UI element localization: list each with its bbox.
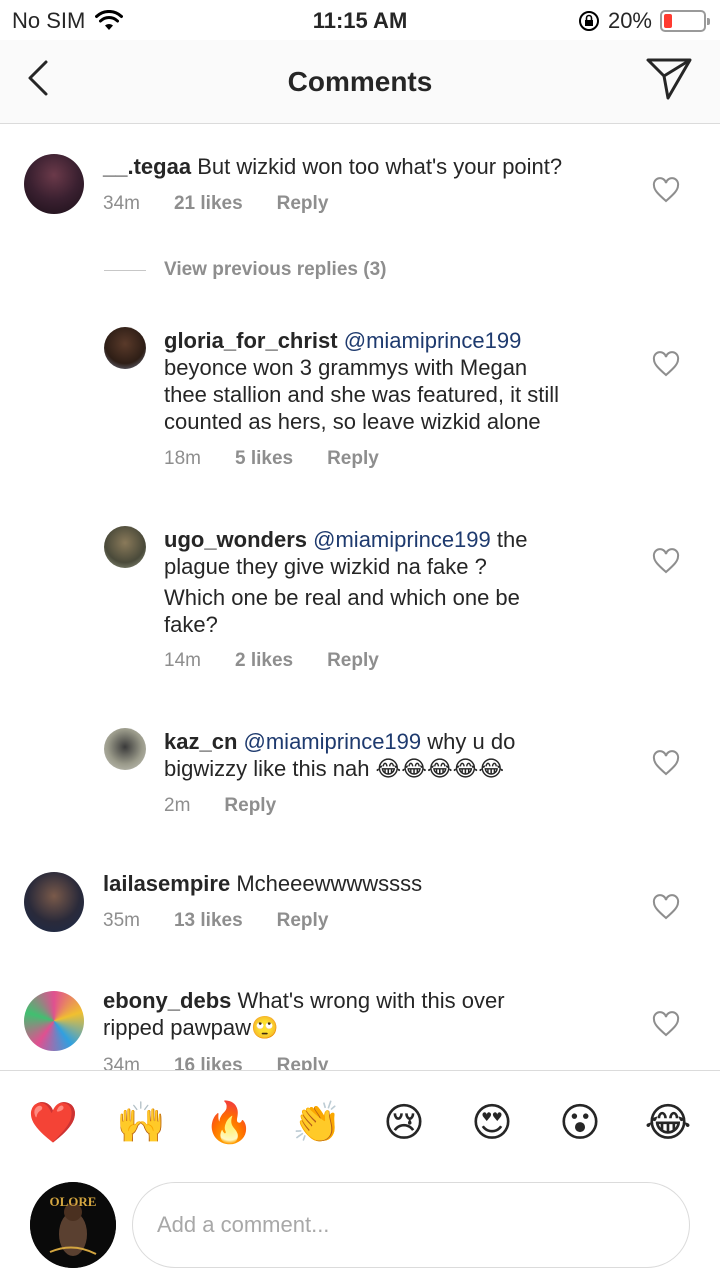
comment-time: 18m — [164, 448, 201, 469]
comment-text: beyonce won 3 grammys with Megan — [164, 355, 528, 380]
current-user-avatar[interactable]: OLORE — [30, 1182, 116, 1268]
avatar[interactable] — [24, 991, 84, 1051]
avatar[interactable] — [104, 526, 146, 568]
comment-likes[interactable]: 21 likes — [174, 193, 243, 215]
reaction-fire-icon[interactable]: 🔥 — [204, 1099, 254, 1147]
view-previous-replies[interactable]: View previous replies (3) — [104, 259, 386, 281]
comments-list[interactable]: __.tegaa But wizkid won too what's your … — [0, 125, 720, 1070]
like-heart-icon[interactable] — [652, 750, 680, 776]
comment-body: gloria_for_christ @miamiprince199 beyonc… — [164, 327, 559, 435]
reply-button[interactable]: Reply — [327, 448, 379, 470]
reply-button[interactable]: Reply — [327, 650, 379, 672]
rotation-lock-icon — [578, 11, 599, 31]
comment-meta: 2m Reply — [164, 795, 276, 817]
status-bar: No SIM 11:15 AM 20% — [0, 0, 720, 40]
comment-text: What's wrong with this over — [237, 988, 505, 1013]
comment-likes[interactable]: 16 likes — [174, 1055, 243, 1070]
comment-time: 14m — [164, 650, 201, 671]
comment-meta: 34m 21 likes Reply — [103, 193, 328, 215]
comment-text: bigwizzy like this nah 😂😂😂😂😂 — [164, 756, 505, 781]
battery-level — [664, 14, 672, 28]
comment-body: ebony_debs What's wrong with this over r… — [103, 987, 505, 1041]
avatar[interactable] — [104, 327, 146, 369]
comment-text: why u do — [427, 729, 516, 754]
comment-text: the — [496, 527, 528, 552]
comment-text: Which one be real and which one be — [164, 585, 520, 610]
comment-text: plague they give wizkid na fake ? — [164, 554, 487, 579]
comment-text: Mcheeewwwwssss — [236, 871, 423, 896]
comment-username[interactable]: __.tegaa — [103, 154, 191, 179]
reaction-crying-icon[interactable]: 😢 — [380, 1099, 428, 1147]
avatar-logo-text: OLORE — [50, 1194, 97, 1209]
comment-likes[interactable]: 5 likes — [235, 448, 293, 470]
comment-body: ugo_wonders @miamiprince199 the plague t… — [164, 526, 527, 638]
like-heart-icon[interactable] — [652, 1011, 680, 1037]
comment-input[interactable] — [132, 1182, 690, 1268]
comment-meta: 14m 2 likes Reply — [164, 650, 379, 672]
reaction-raised-hands-icon[interactable]: 🙌 — [116, 1099, 166, 1147]
avatar[interactable] — [24, 154, 84, 214]
battery-percent: 20% — [607, 8, 652, 33]
comment-username[interactable]: kaz_cn — [164, 729, 237, 754]
reply-button[interactable]: Reply — [277, 1055, 329, 1070]
comment-time: 2m — [164, 795, 191, 816]
battery-group: 20% — [578, 8, 710, 34]
divider — [104, 269, 146, 271]
direct-share-icon[interactable] — [644, 56, 694, 102]
comment-text: ripped pawpaw🙄 — [103, 1015, 279, 1040]
reply-button[interactable]: Reply — [277, 193, 329, 215]
comment-body: lailasempire Mcheeewwwwssss — [103, 870, 422, 897]
comment-meta: 35m 13 likes Reply — [103, 910, 328, 932]
comment-text: thee stallion and she was featured, it s… — [164, 382, 560, 407]
reaction-heart-eyes-icon[interactable]: 😍 — [468, 1099, 516, 1147]
reply-button[interactable]: Reply — [224, 795, 276, 817]
comment-composer: OLORE — [0, 1174, 720, 1280]
comment-text: fake? — [164, 612, 218, 637]
comment-likes[interactable]: 13 likes — [174, 910, 243, 932]
like-heart-icon[interactable] — [652, 894, 680, 920]
reaction-surprised-icon[interactable]: 😮 — [556, 1099, 604, 1147]
reaction-clap-icon[interactable]: 👏 — [292, 1099, 342, 1147]
like-heart-icon[interactable] — [652, 548, 680, 574]
comment-username[interactable]: ugo_wonders — [164, 527, 307, 552]
comment-text: But wizkid won too what's your point? — [197, 154, 563, 179]
nav-header: Comments — [0, 40, 720, 124]
mention-link[interactable]: @miamiprince199 — [344, 328, 522, 353]
reaction-laughing-icon[interactable]: 😂 — [644, 1099, 692, 1147]
comment-meta: 34m 16 likes Reply — [103, 1055, 328, 1070]
avatar[interactable] — [24, 872, 84, 932]
view-previous-label[interactable]: View previous replies (3) — [164, 259, 386, 281]
comment-likes[interactable]: 2 likes — [235, 650, 293, 672]
quick-reactions-bar: ❤️ 🙌 🔥 👏 😢 😍 😮 😂 — [0, 1070, 720, 1174]
comment-username[interactable]: ebony_debs — [103, 988, 231, 1013]
comment-username[interactable]: lailasempire — [103, 871, 230, 896]
comment-meta: 18m 5 likes Reply — [164, 448, 379, 470]
like-heart-icon[interactable] — [652, 351, 680, 377]
comment-text: counted as hers, so leave wizkid alone — [164, 409, 541, 434]
battery-icon — [660, 10, 710, 32]
comment-body: __.tegaa But wizkid won too what's your … — [103, 153, 562, 180]
comment-body: kaz_cn @miamiprince199 why u do bigwizzy… — [164, 728, 515, 782]
page-title: Comments — [287, 66, 433, 97]
mention-link[interactable]: @miamiprince199 — [313, 527, 491, 552]
avatar-artwork: OLORE — [30, 1182, 116, 1268]
like-heart-icon[interactable] — [652, 177, 680, 203]
reply-button[interactable]: Reply — [277, 910, 329, 932]
mention-link[interactable]: @miamiprince199 — [244, 729, 422, 754]
avatar[interactable] — [104, 728, 146, 770]
comment-username[interactable]: gloria_for_christ — [164, 328, 338, 353]
comment-time: 35m — [103, 910, 140, 931]
comment-time: 34m — [103, 1055, 140, 1070]
reaction-heart-icon[interactable]: ❤️ — [28, 1099, 78, 1147]
comment-time: 34m — [103, 193, 140, 214]
